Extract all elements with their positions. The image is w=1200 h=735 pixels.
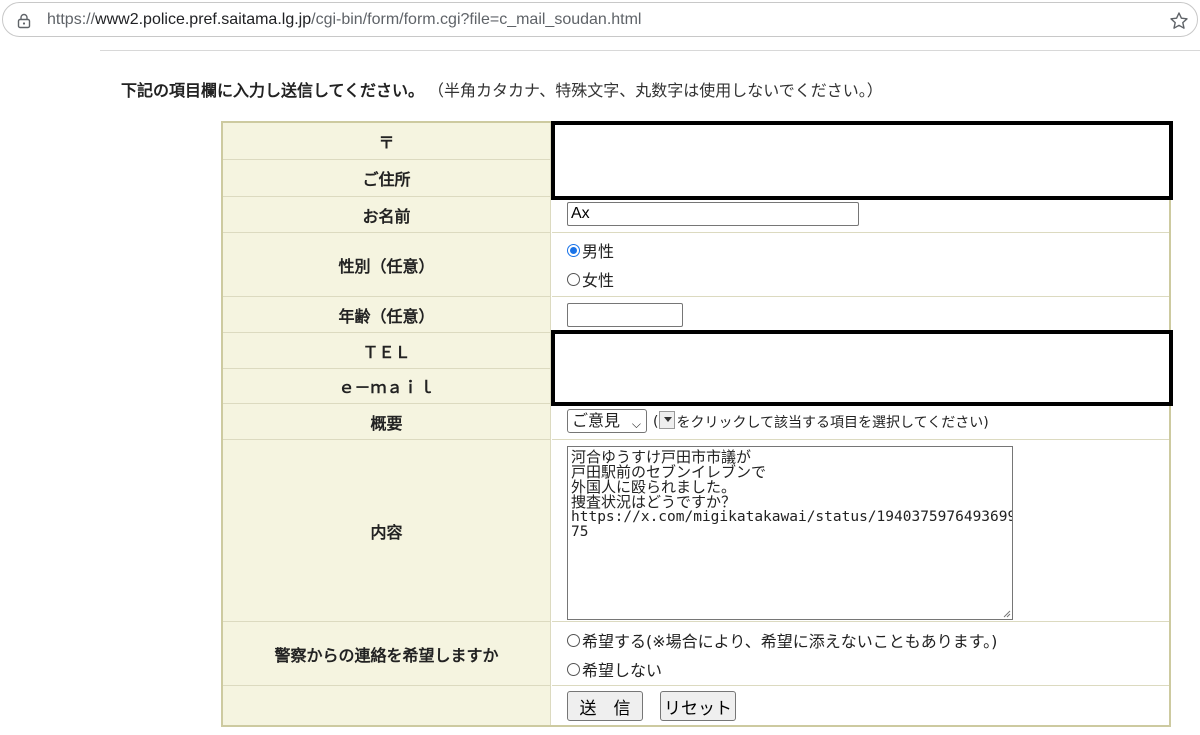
address-bar[interactable]: https://www2.police.pref.saitama.lg.jp/c… <box>2 2 1198 37</box>
url-path: /cgi-bin/form/form.cgi?file=c_mail_souda… <box>311 11 642 28</box>
name-label: お名前 <box>223 197 551 233</box>
consultation-form: 〒 ご住所 お名前 Ax 性別（任意） 男性 女性 年齢（任意） ＴＥＬ ｅ－ｍ… <box>221 121 1173 727</box>
resize-grip-icon[interactable] <box>1001 608 1011 618</box>
contact-no-label: 希望しない <box>582 661 663 680</box>
instruction-note: （半角カタカナ、特殊文字、丸数字は使用しないでください。） <box>436 81 883 100</box>
redaction-box <box>551 330 1173 406</box>
summary-label: 概要 <box>223 404 551 440</box>
contact-option-no[interactable]: 希望しない <box>567 657 662 681</box>
form-instruction: 下記の項目欄に入力し送信してください。 （半角カタカナ、特殊文字、丸数字は使用しな… <box>121 77 883 101</box>
buttons-label-cell <box>223 686 551 725</box>
age-input[interactable] <box>567 303 683 327</box>
radio-contact-no[interactable] <box>567 662 580 676</box>
contact-preference-label: 警察からの連絡を希望しますか <box>223 622 551 686</box>
url-prefix: https:// <box>47 11 96 28</box>
reset-button[interactable]: リセット <box>660 691 736 721</box>
gender-male-label: 男性 <box>582 242 615 261</box>
age-label: 年齢（任意） <box>223 297 551 333</box>
content-line: 捜査状況はどうですか？ <box>571 493 737 511</box>
lock-icon[interactable] <box>16 13 32 29</box>
redaction-box <box>551 121 1173 200</box>
address-label: ご住所 <box>223 160 551 197</box>
summary-hint-text: をクリックして該当する項目を選択してください) <box>676 415 989 431</box>
content-label: 内容 <box>223 440 551 622</box>
gender-option-female[interactable]: 女性 <box>567 267 614 291</box>
tel-label: ＴＥＬ <box>223 333 551 369</box>
header-divider <box>100 50 1200 51</box>
email-label: ｅ－ｍａｉｌ <box>223 369 551 404</box>
browser-toolbar: https://www2.police.pref.saitama.lg.jp/c… <box>0 0 1200 40</box>
instruction-main: 下記の項目欄に入力し送信してください。 <box>121 81 425 100</box>
dropdown-arrow-icon <box>659 411 676 429</box>
gender-option-male[interactable]: 男性 <box>567 238 614 262</box>
url-host: www2.police.pref.saitama.lg.jp <box>95 11 312 28</box>
url-text[interactable]: https://www2.police.pref.saitama.lg.jp/c… <box>47 11 641 29</box>
postal-label: 〒 <box>223 123 551 160</box>
content-textarea[interactable]: 河合ゆうすけ戸田市市議が 戸田駅前のセブンイレブンで 外国人に殴られました。 捜… <box>567 446 1013 620</box>
summary-selected-value: ご意見 <box>572 411 621 430</box>
summary-select[interactable]: ご意見 ⌵ <box>567 409 647 433</box>
contact-option-yes[interactable]: 希望する(※場合により、希望に添えないこともあります。) <box>567 628 997 652</box>
gender-label: 性別（任意） <box>223 233 551 297</box>
submit-button[interactable]: 送 信 <box>567 691 643 721</box>
name-input[interactable]: Ax <box>567 202 859 226</box>
contact-yes-label: 希望する(※場合により、希望に添えないこともあります。) <box>582 632 998 651</box>
radio-contact-yes[interactable] <box>567 633 580 647</box>
summary-hint-open: ( <box>653 414 659 430</box>
content-line: https://x.com/migikatakawai/status/19403… <box>571 509 1013 525</box>
bookmark-star-icon[interactable] <box>1169 11 1189 31</box>
content-line: 75 <box>571 524 589 540</box>
gender-female-label: 女性 <box>582 271 615 290</box>
radio-female[interactable] <box>567 272 580 286</box>
summary-hint: ( をクリックして該当する項目を選択してください) <box>653 411 989 432</box>
radio-male[interactable] <box>567 243 580 257</box>
gender-cell <box>552 233 1169 297</box>
chevron-down-icon: ⌵ <box>631 417 641 431</box>
